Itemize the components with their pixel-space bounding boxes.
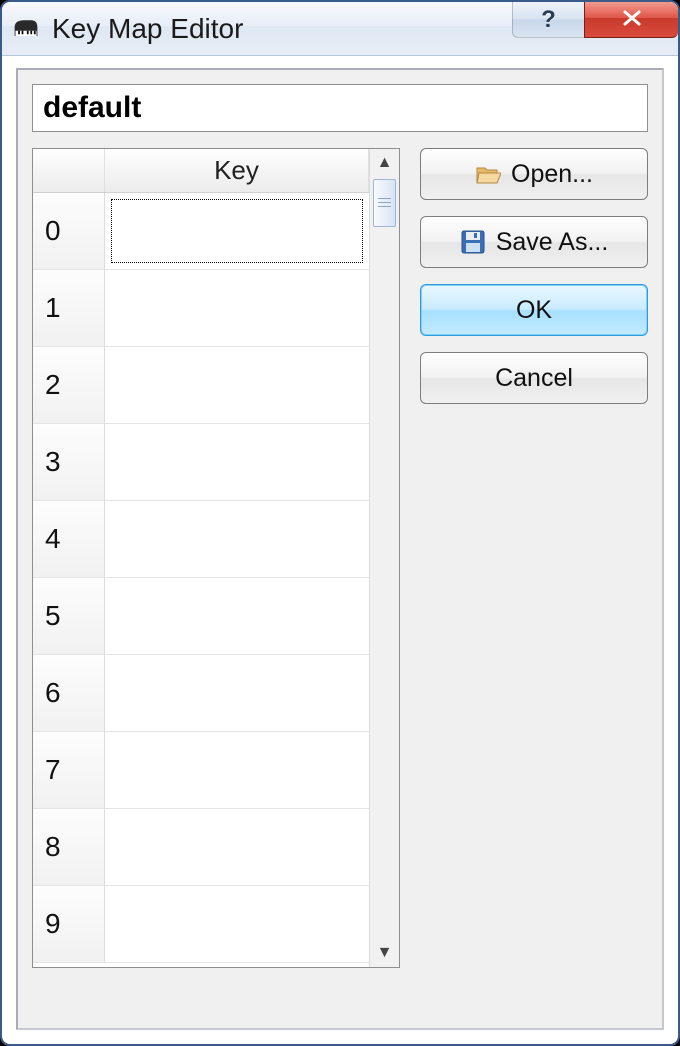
table-row[interactable]: 2 [33, 347, 369, 424]
table-row[interactable]: 3 [33, 424, 369, 501]
ok-label: OK [516, 296, 552, 325]
keymap-name-value: default [43, 91, 141, 125]
key-cell[interactable] [105, 347, 369, 423]
row-header[interactable]: 9 [33, 886, 105, 962]
ok-button[interactable]: OK [420, 284, 648, 336]
open-label: Open... [511, 160, 593, 189]
row-header[interactable]: 3 [33, 424, 105, 500]
table-row[interactable]: 6 [33, 655, 369, 732]
key-cell[interactable] [105, 501, 369, 577]
row-header-corner [33, 149, 105, 192]
key-cell[interactable] [105, 809, 369, 885]
table-header: Key [33, 149, 369, 193]
cancel-button[interactable]: Cancel [420, 352, 648, 404]
table-body: 0123456789 [33, 193, 369, 967]
window-title: Key Map Editor [52, 13, 243, 45]
titlebar[interactable]: Key Map Editor ? [2, 2, 678, 56]
close-button[interactable] [584, 2, 678, 38]
floppy-save-icon [460, 229, 486, 255]
dialog-window: Key Map Editor ? default [0, 0, 680, 1046]
row-header[interactable]: 2 [33, 347, 105, 423]
table-row[interactable]: 5 [33, 578, 369, 655]
window-buttons: ? [512, 2, 678, 38]
scroll-thumb[interactable] [373, 179, 396, 227]
key-cell[interactable] [105, 578, 369, 654]
close-icon [622, 7, 642, 33]
client-area: default Key 0123456789 ▲ ▼ [16, 68, 664, 1030]
row-header[interactable]: 6 [33, 655, 105, 731]
table-row[interactable]: 4 [33, 501, 369, 578]
folder-open-icon [475, 161, 501, 187]
table-row[interactable]: 8 [33, 809, 369, 886]
key-cell[interactable] [105, 655, 369, 731]
vertical-scrollbar[interactable]: ▲ ▼ [369, 149, 399, 967]
key-cell[interactable] [105, 886, 369, 962]
keymap-name-field[interactable]: default [32, 84, 648, 132]
row-header[interactable]: 4 [33, 501, 105, 577]
piano-icon [12, 15, 40, 43]
help-icon: ? [541, 6, 556, 34]
button-column: Open... Save As... OK [400, 148, 648, 968]
save-as-label: Save As... [496, 228, 609, 257]
key-table[interactable]: Key 0123456789 ▲ ▼ [32, 148, 400, 968]
key-cell[interactable] [105, 424, 369, 500]
key-cell[interactable] [105, 193, 369, 269]
save-as-button[interactable]: Save As... [420, 216, 648, 268]
row-header[interactable]: 1 [33, 270, 105, 346]
key-cell[interactable] [105, 732, 369, 808]
cancel-label: Cancel [495, 364, 573, 393]
row-header[interactable]: 5 [33, 578, 105, 654]
scroll-up-arrow-icon[interactable]: ▲ [370, 149, 399, 177]
row-header[interactable]: 7 [33, 732, 105, 808]
table-row[interactable]: 1 [33, 270, 369, 347]
table-row[interactable]: 9 [33, 886, 369, 963]
row-header[interactable]: 0 [33, 193, 105, 269]
key-cell[interactable] [105, 270, 369, 346]
table-row[interactable]: 7 [33, 732, 369, 809]
scroll-down-arrow-icon[interactable]: ▼ [370, 939, 399, 967]
open-button[interactable]: Open... [420, 148, 648, 200]
row-header[interactable]: 8 [33, 809, 105, 885]
table-row[interactable]: 0 [33, 193, 369, 270]
help-button[interactable]: ? [512, 2, 584, 38]
column-header-key[interactable]: Key [105, 149, 369, 192]
content-row: Key 0123456789 ▲ ▼ [32, 148, 648, 968]
